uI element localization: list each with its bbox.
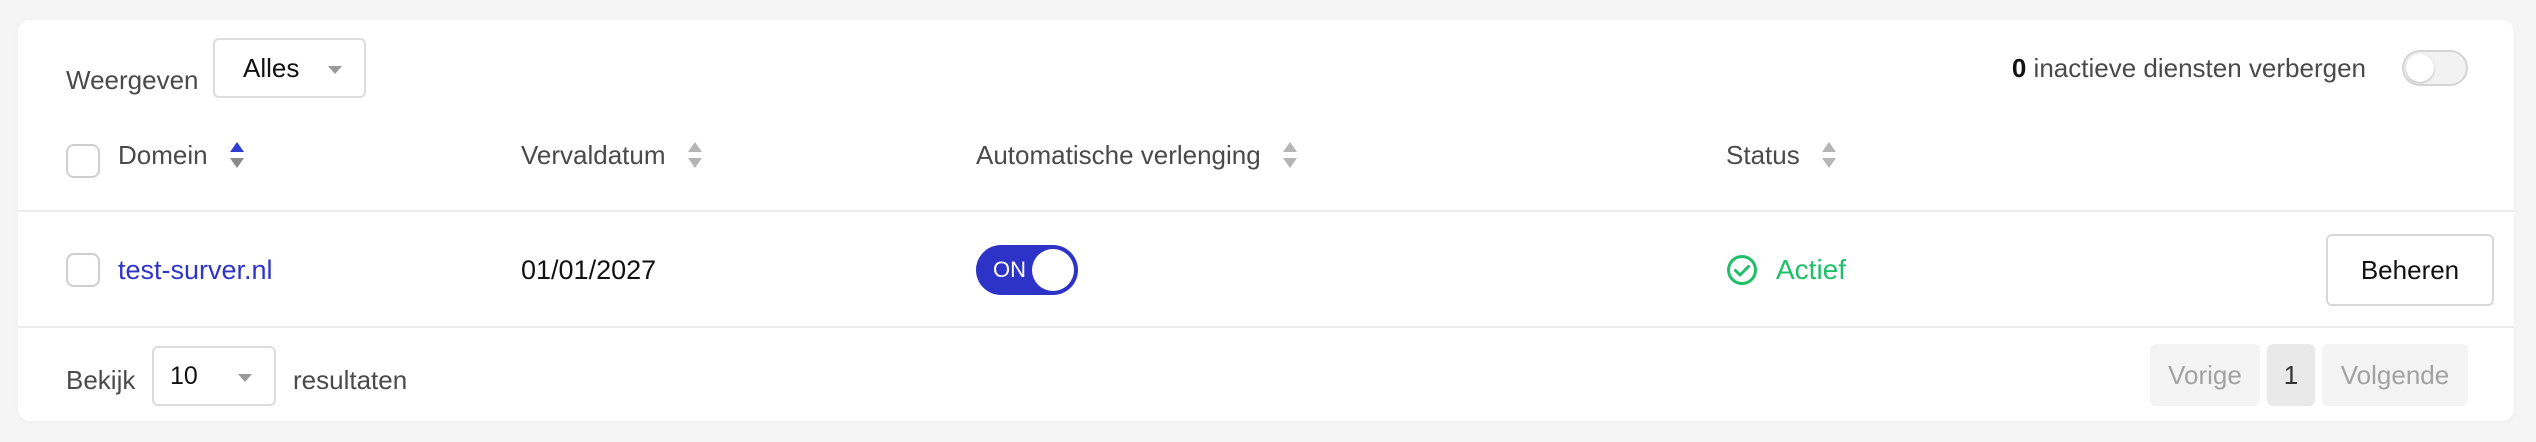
hide-inactive-label: 0 inactieve diensten verbergen: [2012, 38, 2366, 98]
filter-select-value: Alles: [243, 52, 300, 83]
column-label-status: Status: [1726, 140, 1800, 170]
toggle-on-label: ON: [993, 257, 1026, 282]
row-checkbox[interactable]: [66, 253, 100, 287]
inactive-text: inactieve diensten verbergen: [2033, 53, 2366, 83]
domain-cell: test-surver.nl: [118, 235, 273, 305]
sort-icon: [687, 142, 702, 168]
column-header-domain[interactable]: Domein: [118, 130, 244, 180]
footer-divider: [18, 326, 2514, 328]
next-page-button[interactable]: Volgende: [2322, 344, 2468, 406]
column-label-expiry: Vervaldatum: [521, 140, 666, 170]
check-circle-icon: [1727, 255, 1757, 285]
page-size-select[interactable]: 10: [152, 346, 276, 406]
auto-renew-toggle[interactable]: ON: [976, 245, 1078, 295]
page-1-button[interactable]: 1: [2267, 344, 2315, 406]
column-label-domain: Domein: [118, 140, 208, 170]
filter-label: Weergeven: [66, 65, 199, 95]
filter-select[interactable]: Alles: [213, 38, 366, 98]
page-size-label: Bekijk: [66, 365, 136, 395]
hide-inactive-toggle-wrap: [2402, 20, 2468, 116]
sort-icon: [229, 142, 244, 168]
toggle-knob: [1032, 249, 1074, 291]
toggle-knob: [2406, 54, 2434, 82]
prev-page-button[interactable]: Vorige: [2150, 344, 2260, 406]
column-header-status[interactable]: Status: [1726, 130, 1836, 180]
results-label: resultaten: [293, 365, 408, 395]
header-divider: [18, 210, 2514, 212]
select-all-checkbox[interactable]: [66, 144, 100, 178]
caret-down-icon: [328, 66, 342, 74]
inactive-count: 0: [2011, 53, 2027, 83]
page-size-value: 10: [170, 361, 198, 390]
status-text: Actief: [1776, 254, 1847, 285]
column-header-auto-renew[interactable]: Automatische verlenging: [976, 130, 1297, 180]
sort-icon: [1821, 142, 1836, 168]
caret-down-icon: [238, 374, 252, 382]
status-badge: Actief: [1726, 235, 1846, 305]
sort-icon: [1282, 142, 1297, 168]
column-label-auto-renew: Automatische verlenging: [976, 140, 1261, 170]
hide-inactive-toggle[interactable]: [2402, 50, 2468, 86]
domain-link[interactable]: test-surver.nl: [118, 255, 273, 285]
domains-card: Weergeven Alles 0 inactieve diensten ver…: [18, 20, 2514, 421]
manage-button[interactable]: Beheren: [2326, 234, 2494, 306]
expiry-date: 01/01/2027: [521, 255, 657, 285]
column-header-expiry[interactable]: Vervaldatum: [521, 130, 702, 180]
